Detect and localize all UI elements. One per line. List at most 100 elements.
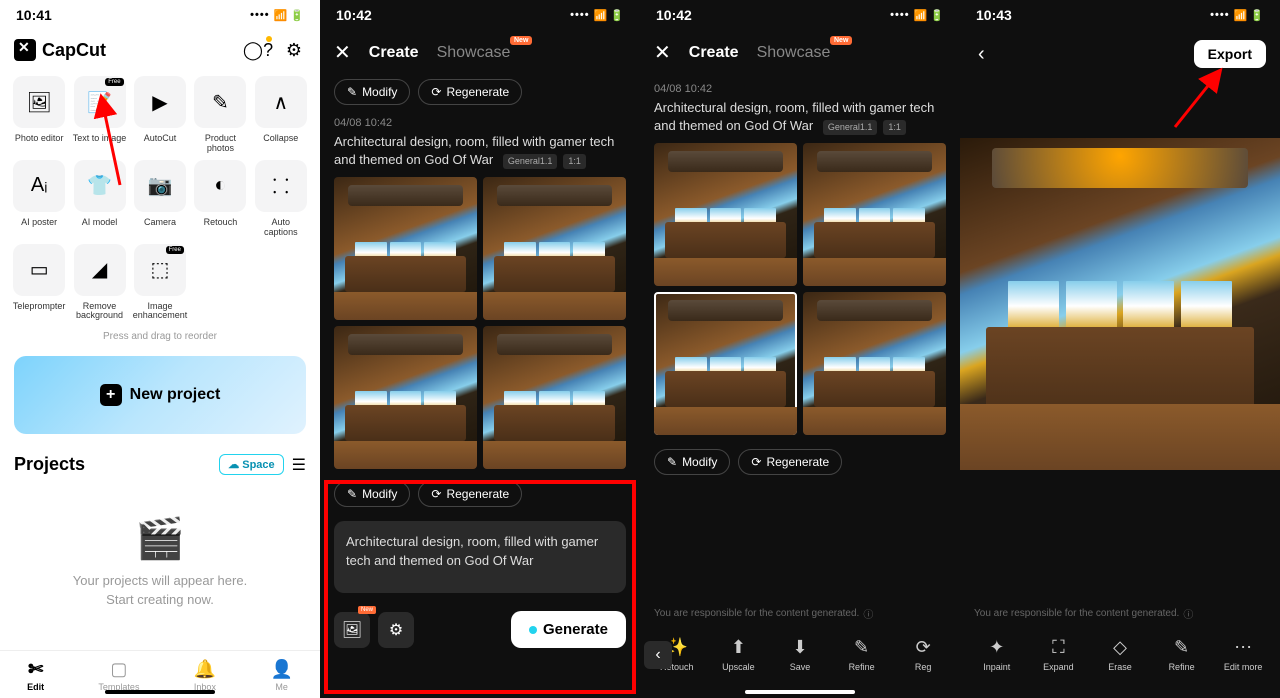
clock: 10:41 bbox=[16, 7, 52, 23]
modify-button[interactable]: ✎ Modify bbox=[334, 79, 410, 105]
generated-image-3-selected[interactable] bbox=[654, 292, 797, 435]
logo-text: CapCut bbox=[42, 40, 106, 61]
tool-reg[interactable]: ⟳Reg bbox=[900, 637, 946, 672]
tool-collapse[interactable]: ∧Collapse bbox=[254, 76, 308, 154]
chevron-left-icon[interactable]: ‹ bbox=[644, 641, 672, 669]
app-header: CapCut ◯? ⚙ bbox=[0, 30, 320, 70]
clock: 10:42 bbox=[656, 7, 692, 23]
tool-save[interactable]: ⬇Save bbox=[777, 637, 823, 672]
menu-icon[interactable]: ☰ bbox=[292, 455, 306, 475]
annotation-arrow bbox=[95, 100, 125, 190]
tool-refine[interactable]: ✎Refine bbox=[1159, 637, 1205, 672]
nav-inbox[interactable]: 🔔Inbox bbox=[194, 659, 216, 692]
action-pills: ✎ Modify ⟳ Regenerate bbox=[320, 75, 640, 109]
edit-toolbar: ✦Inpaint ⛶Expand ◇Erase ✎Refine ⋯Edit mo… bbox=[960, 629, 1280, 680]
close-icon[interactable]: ✕ bbox=[654, 40, 671, 65]
tool-inpaint[interactable]: ✦Inpaint bbox=[974, 637, 1020, 672]
tool-image-enhance[interactable]: Free⬚Image enhancement bbox=[133, 244, 188, 322]
action-pills: ✎ Modify ⟳ Regenerate bbox=[640, 445, 960, 479]
timestamp: 04/08 10:42 bbox=[320, 109, 640, 131]
timestamp: 04/08 10:42 bbox=[640, 75, 960, 97]
tool-edit-more[interactable]: ⋯Edit more bbox=[1220, 637, 1266, 672]
generate-button[interactable]: Generate bbox=[511, 611, 626, 648]
tool-product-photos[interactable]: ✎Product photos bbox=[193, 76, 247, 154]
tool-expand[interactable]: ⛶Expand bbox=[1035, 637, 1081, 672]
logo-icon bbox=[14, 39, 36, 61]
status-icons: •••• 📶 🔋 bbox=[890, 9, 944, 22]
status-bar: 10:42 •••• 📶 🔋 bbox=[640, 0, 960, 30]
preview-image[interactable] bbox=[960, 138, 1280, 470]
disclaimer: You are responsible for the content gene… bbox=[640, 598, 960, 629]
back-icon[interactable]: ‹ bbox=[974, 43, 989, 66]
help-icon[interactable]: ◯? bbox=[246, 38, 270, 62]
tool-refine[interactable]: ✎Refine bbox=[839, 637, 885, 672]
tool-autocut[interactable]: ▶AutoCut bbox=[133, 76, 188, 154]
tab-showcase[interactable]: ShowcaseNew bbox=[437, 44, 511, 62]
plus-icon: + bbox=[100, 384, 122, 406]
status-icons: •••• 📶 🔋 bbox=[250, 9, 304, 22]
action-pills-2: ✎ Modify ⟳ Regenerate bbox=[320, 477, 640, 511]
projects-header: Projects ☁ Space ☰ bbox=[0, 444, 320, 485]
select-screen: 10:42 •••• 📶 🔋 ✕ Create ShowcaseNew 04/0… bbox=[640, 0, 960, 698]
regenerate-button-2[interactable]: ⟳ Regenerate bbox=[418, 481, 522, 507]
generate-row: 🖼New ⚙ Generate bbox=[320, 603, 640, 656]
tool-retouch[interactable]: ◐Retouch bbox=[193, 160, 247, 238]
reorder-hint: Press and drag to reorder bbox=[0, 327, 320, 346]
home-indicator bbox=[425, 690, 535, 694]
export-screen: 10:43 •••• 📶 🔋 ‹ Export You are responsi… bbox=[960, 0, 1280, 698]
generated-image-2[interactable] bbox=[483, 177, 626, 320]
generated-image-4[interactable] bbox=[483, 326, 626, 469]
tab-showcase[interactable]: ShowcaseNew bbox=[757, 44, 831, 62]
space-button[interactable]: ☁ Space bbox=[219, 454, 283, 475]
image-grid bbox=[640, 143, 960, 435]
model-tag: General1.1 bbox=[823, 120, 878, 135]
tool-auto-captions[interactable]: ⸬Auto captions bbox=[254, 160, 308, 238]
generated-image-3[interactable] bbox=[334, 326, 477, 469]
prompt-text: Architectural design, room, filled with … bbox=[320, 131, 640, 177]
home-indicator bbox=[105, 690, 215, 694]
tool-teleprompter[interactable]: ▭Teleprompter bbox=[12, 244, 66, 322]
regenerate-button[interactable]: ⟳ Regenerate bbox=[418, 79, 522, 105]
new-project-label: New project bbox=[130, 386, 221, 404]
empty-text: Your projects will appear here. Start cr… bbox=[20, 572, 300, 608]
regenerate-button[interactable]: ⟳ Regenerate bbox=[738, 449, 842, 475]
create-screen: 10:42 •••• 📶 🔋 ✕ Create ShowcaseNew ✎ Mo… bbox=[320, 0, 640, 698]
modify-button-2[interactable]: ✎ Modify bbox=[334, 481, 410, 507]
model-tag: General1.1 bbox=[503, 154, 558, 169]
tab-create[interactable]: Create bbox=[689, 44, 739, 62]
nav-templates[interactable]: ▢Templates bbox=[98, 659, 139, 692]
tool-upscale[interactable]: ⬆Upscale bbox=[715, 637, 761, 672]
settings-icon[interactable]: ⚙ bbox=[282, 38, 306, 62]
image-ref-button[interactable]: 🖼New bbox=[334, 612, 370, 648]
prompt-text: Architectural design, room, filled with … bbox=[640, 97, 960, 143]
close-icon[interactable]: ✕ bbox=[334, 40, 351, 65]
nav-edit[interactable]: ✄Edit bbox=[27, 659, 44, 692]
tool-grid: 🖼Photo editor Free📝Text to image ▶AutoCu… bbox=[0, 70, 320, 327]
export-button[interactable]: Export bbox=[1194, 40, 1266, 68]
tool-camera[interactable]: 📷Camera bbox=[133, 160, 188, 238]
clock: 10:43 bbox=[976, 7, 1012, 23]
nav-me[interactable]: 👤Me bbox=[270, 659, 292, 692]
edit-toolbar: ‹ ✨Retouch ⬆Upscale ⬇Save ✎Refine ⟳Reg bbox=[640, 629, 960, 680]
generated-image-2[interactable] bbox=[803, 143, 946, 286]
home-indicator bbox=[745, 690, 855, 694]
tool-photo-editor[interactable]: 🖼Photo editor bbox=[12, 76, 66, 154]
capcut-logo: CapCut bbox=[14, 39, 106, 61]
generated-image-4[interactable] bbox=[803, 292, 946, 435]
annotation-arrow bbox=[1170, 72, 1230, 132]
tool-ai-poster[interactable]: AᵢAI poster bbox=[12, 160, 66, 238]
status-icons: •••• 📶 🔋 bbox=[570, 9, 624, 22]
modify-button[interactable]: ✎ Modify bbox=[654, 449, 730, 475]
status-icons: •••• 📶 🔋 bbox=[1210, 9, 1264, 22]
new-project-button[interactable]: + New project bbox=[14, 356, 306, 434]
export-header: ‹ Export bbox=[960, 30, 1280, 78]
tool-remove-bg[interactable]: ◢Remove background bbox=[72, 244, 126, 322]
capcut-home-screen: 10:41 •••• 📶 🔋 CapCut ◯? ⚙ 🖼Photo editor… bbox=[0, 0, 320, 698]
settings-button[interactable]: ⚙ bbox=[378, 612, 414, 648]
tool-erase[interactable]: ◇Erase bbox=[1097, 637, 1143, 672]
prompt-input[interactable]: Architectural design, room, filled with … bbox=[334, 521, 626, 593]
generated-image-1[interactable] bbox=[654, 143, 797, 286]
tab-create[interactable]: Create bbox=[369, 44, 419, 62]
generated-image-1[interactable] bbox=[334, 177, 477, 320]
status-bar: 10:43 •••• 📶 🔋 bbox=[960, 0, 1280, 30]
